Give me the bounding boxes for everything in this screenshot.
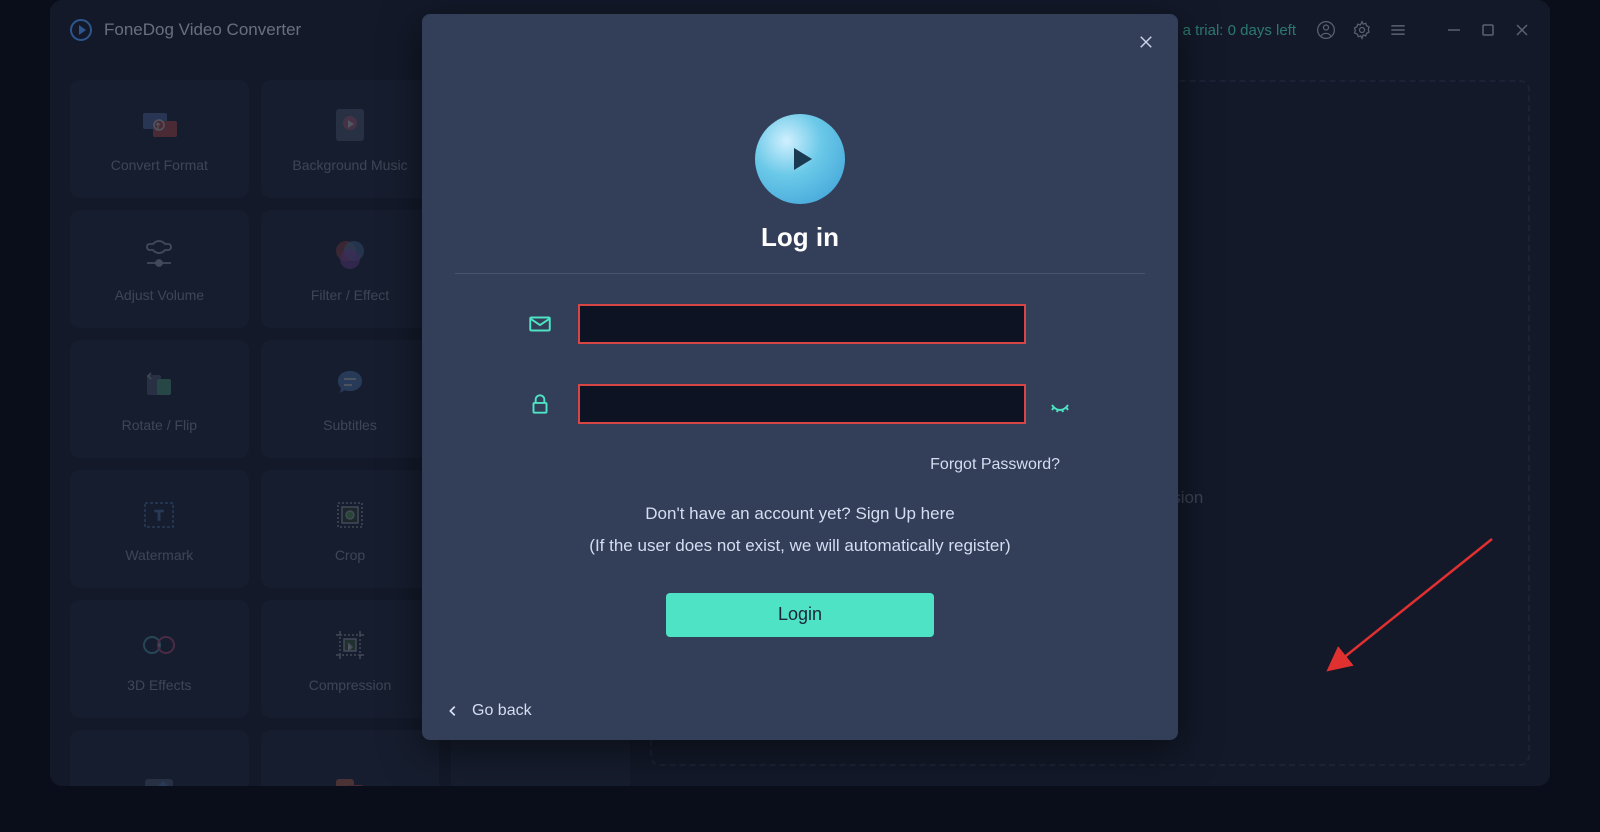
eye-icon[interactable]	[1046, 390, 1074, 418]
modal-logo-icon	[755, 114, 845, 204]
modal-overlay: Log in Forgot Password?	[50, 0, 1550, 786]
login-button[interactable]: Login	[666, 593, 934, 637]
signup-text: Don't have an account yet? Sign Up here …	[589, 498, 1010, 563]
app-window: FoneDog Video Converter as a trial: 0 da…	[50, 0, 1550, 786]
login-modal: Log in Forgot Password?	[422, 14, 1178, 740]
lock-icon	[526, 390, 554, 418]
email-icon	[526, 310, 554, 338]
annotation-arrow	[1322, 529, 1502, 679]
email-input[interactable]	[578, 304, 1026, 344]
signup-line2: (If the user does not exist, we will aut…	[589, 536, 1010, 555]
close-icon[interactable]	[1134, 30, 1158, 54]
password-input[interactable]	[578, 384, 1026, 424]
signup-line1[interactable]: Don't have an account yet? Sign Up here	[645, 504, 954, 523]
go-back-button[interactable]: Go back	[446, 702, 532, 720]
modal-title: Log in	[761, 222, 839, 253]
go-back-label: Go back	[472, 702, 532, 720]
forgot-password-link[interactable]: Forgot Password?	[930, 456, 1060, 473]
divider	[455, 273, 1145, 274]
